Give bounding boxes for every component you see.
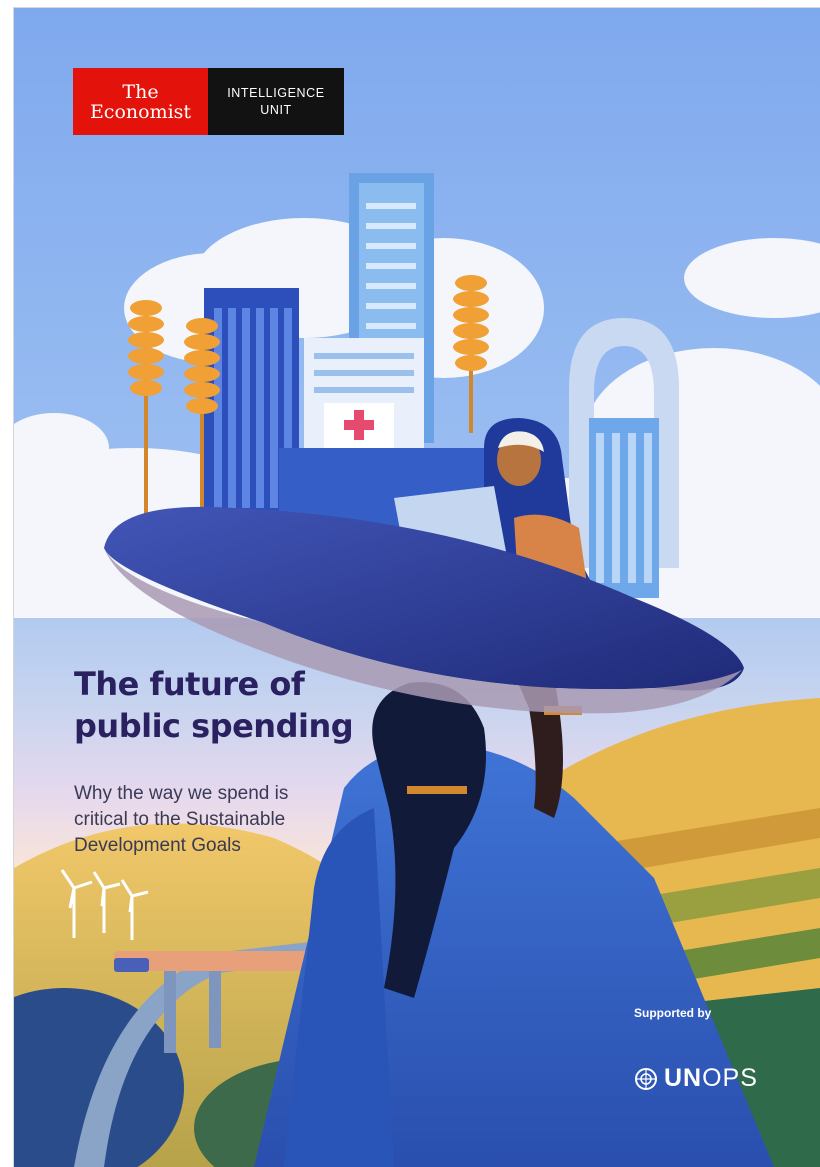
report-title: The future of public spending [74, 663, 404, 747]
title-line-2: public spending [74, 707, 354, 745]
logo-line-unit: UNIT [260, 102, 292, 117]
unops-logo: UNOPS [634, 1064, 758, 1093]
report-subtitle: Why the way we spend is critical to the … [74, 781, 364, 859]
subtitle-line-1: Why the way we spend is [74, 783, 289, 804]
intelligence-unit-wordmark: INTELLIGENCE UNIT [208, 68, 344, 135]
logo-line-the: The [122, 80, 159, 103]
economist-wordmark: The Economist [73, 68, 208, 135]
economist-intelligence-unit-logo: The Economist INTELLIGENCE UNIT [73, 68, 344, 135]
un-emblem-icon [635, 1067, 657, 1090]
logo-line-intelligence: INTELLIGENCE [227, 85, 325, 100]
title-line-1: The future of [74, 665, 305, 703]
unops-wordmark-rest: OPS [702, 1064, 758, 1092]
unops-wordmark: UNOPS [664, 1064, 758, 1093]
supported-by-label: Supported by [634, 1006, 712, 1020]
unops-wordmark-bold: UN [664, 1064, 703, 1092]
subtitle-line-2: critical to the Sustainable [74, 809, 286, 830]
report-cover: The Economist INTELLIGENCE UNIT The futu… [14, 8, 820, 1167]
cover-illustration [14, 8, 820, 1167]
subtitle-line-3: Development Goals [74, 835, 241, 856]
logo-line-economist: Economist [89, 100, 192, 123]
